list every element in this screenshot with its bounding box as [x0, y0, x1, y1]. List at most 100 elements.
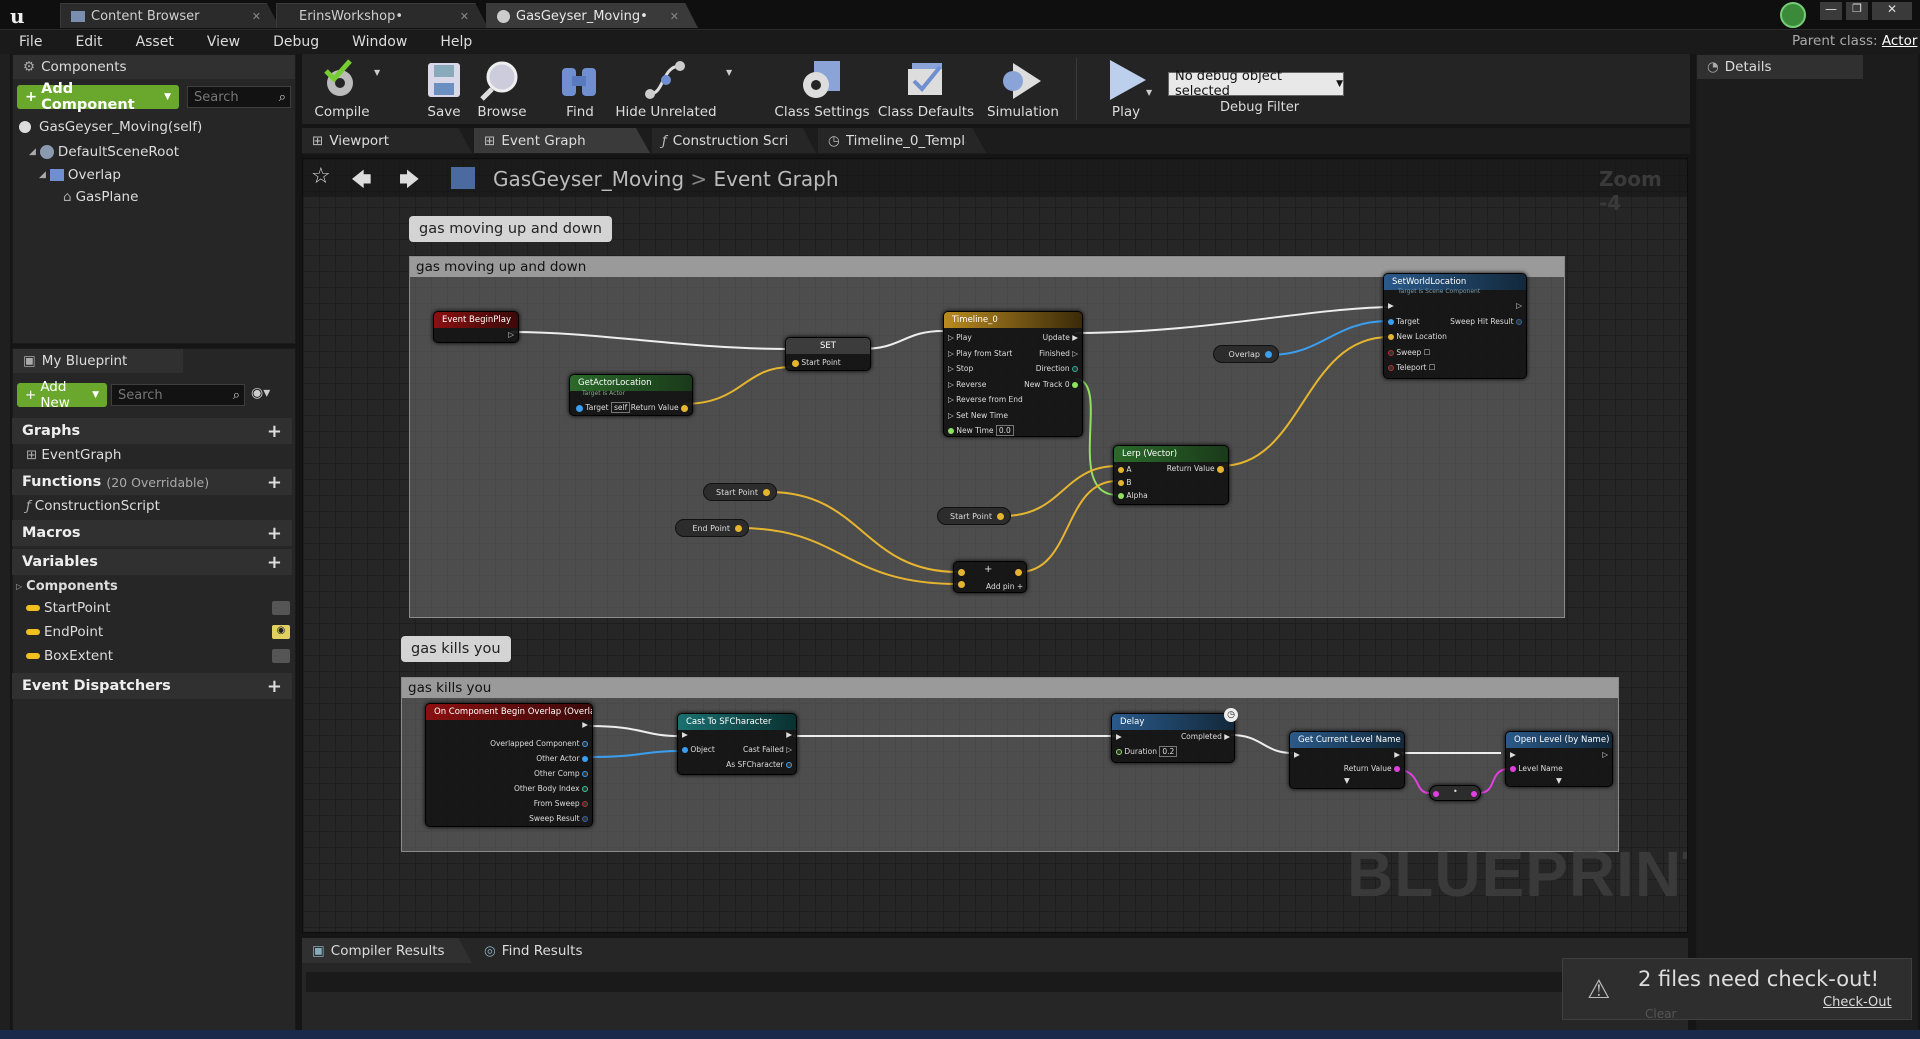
checkout-link[interactable]: Check-Out: [1823, 995, 1892, 1010]
event-graph-item[interactable]: ⊞ EventGraph: [26, 447, 121, 463]
node-start-point-ref-2[interactable]: Start Point: [937, 507, 1011, 525]
tree-overlap[interactable]: ◢ Overlap: [39, 167, 121, 183]
target-pin[interactable]: Target self: [576, 402, 631, 413]
node-add-vector[interactable]: + Add pin +: [953, 561, 1027, 593]
menu-asset[interactable]: Asset: [117, 34, 188, 50]
macros-section[interactable]: Macros +: [12, 520, 292, 546]
tab-content-browser[interactable]: Content Browser ✕: [60, 3, 280, 28]
browse-button[interactable]: Browse: [462, 54, 542, 124]
menu-debug[interactable]: Debug: [254, 34, 333, 50]
close-icon[interactable]: ✕: [670, 10, 679, 23]
cast-failed-pin[interactable]: Cast Failed ▷: [743, 745, 792, 754]
node-reroute[interactable]: •: [1429, 785, 1481, 801]
play-options-icon[interactable]: ▼: [1146, 88, 1152, 97]
close-icon[interactable]: ✕: [252, 10, 261, 23]
menu-file[interactable]: File: [0, 34, 56, 50]
node-lerp-vector[interactable]: Lerp (Vector) A B Alpha Return Value: [1113, 445, 1229, 505]
unreal-logo[interactable]: u: [10, 4, 34, 28]
wire-exec: [1074, 306, 1390, 334]
visibility-eye-icon[interactable]: [272, 601, 290, 615]
my-blueprint-search-input[interactable]: Search ⌕: [111, 384, 245, 406]
node-timeline[interactable]: Timeline_0 ▷ Play ▷ Play from Start ▷ St…: [943, 311, 1083, 437]
node-start-point-ref[interactable]: Start Point: [703, 483, 777, 501]
add-dispatcher-icon[interactable]: +: [267, 676, 282, 697]
node-overlap-ref[interactable]: Overlap: [1213, 345, 1279, 363]
level-return-pin[interactable]: Return Value: [1344, 764, 1400, 773]
components-search-input[interactable]: Search ⌕: [187, 86, 291, 108]
variable-endpoint[interactable]: EndPoint ◉: [26, 624, 290, 640]
find-button[interactable]: Find: [540, 54, 620, 124]
exec-out-pin[interactable]: ▷: [508, 330, 514, 339]
tree-gasplane[interactable]: ⌂ GasPlane: [63, 189, 138, 205]
add-macro-icon[interactable]: +: [267, 523, 282, 544]
visibility-eye-icon[interactable]: [272, 649, 290, 663]
lerp-return-pin[interactable]: Return Value: [1167, 464, 1224, 473]
variables-components-group[interactable]: ▷ Components: [16, 579, 118, 594]
variable-boxextent[interactable]: BoxExtent: [26, 648, 290, 664]
node-cast-to-sfcharacter[interactable]: Cast To SFCharacter ▶ ▶ Object Cast Fail…: [677, 713, 797, 775]
node-set-world-location[interactable]: SetWorldLocation Target is Scene Compone…: [1383, 273, 1527, 379]
set-start-point-pin[interactable]: Start Point: [792, 358, 841, 367]
node-on-component-begin-overlap[interactable]: On Component Begin Overlap (Overlap) ▶ O…: [425, 703, 593, 827]
functions-section[interactable]: Functions (20 Overridable) +: [12, 469, 292, 495]
cast-as-pin[interactable]: As SFCharacter: [726, 760, 792, 769]
compile-options-icon[interactable]: ▼: [374, 68, 380, 77]
add-new-button[interactable]: + Add New ▼: [17, 379, 107, 411]
add-function-icon[interactable]: +: [267, 472, 282, 493]
node-event-beginplay[interactable]: Event BeginPlay ▷: [433, 311, 519, 343]
event-dispatchers-section[interactable]: Event Dispatchers +: [12, 673, 292, 699]
self-row[interactable]: GasGeyser_Moving(self): [19, 119, 202, 135]
close-icon[interactable]: ✕: [460, 10, 469, 23]
hide-unrelated-button[interactable]: Hide Unrelated: [612, 54, 720, 124]
clear-link[interactable]: Clear: [1645, 1007, 1676, 1021]
simulation-button[interactable]: Simulation: [980, 54, 1066, 124]
eye-icon[interactable]: ◉▾: [251, 385, 270, 401]
bottom-panel: ▣ Compiler Results ◎ Find Results: [302, 938, 1688, 1039]
menu-help[interactable]: Help: [421, 34, 486, 50]
menu-view[interactable]: View: [188, 34, 254, 50]
node-end-point-ref[interactable]: End Point: [675, 519, 749, 537]
hide-unrelated-options-icon[interactable]: ▼: [726, 68, 732, 77]
level-name-pin[interactable]: Level Name: [1510, 764, 1563, 773]
class-settings-button[interactable]: Class Settings: [772, 54, 872, 124]
event-graph-canvas[interactable]: ☆ 🡄 🡆 GasGeyser_Moving > Event Graph Zoo…: [302, 158, 1688, 933]
source-control-icon[interactable]: [1780, 2, 1806, 28]
class-defaults-button[interactable]: Class Defaults: [876, 54, 976, 124]
tab-timeline[interactable]: ◷ Timeline_0_Templa: [818, 128, 986, 153]
add-variable-icon[interactable]: +: [267, 552, 282, 573]
tab-viewport[interactable]: ⊞ Viewport: [302, 128, 472, 153]
close-window-icon[interactable]: ✕: [1872, 2, 1912, 20]
node-get-current-level-name[interactable]: Get Current Level Name ▶ ▶ Return Value …: [1289, 731, 1405, 789]
node-open-level[interactable]: Open Level (by Name) ▶ ▷ Level Name ▼: [1505, 731, 1613, 787]
add-pin-button[interactable]: Add pin +: [986, 582, 1023, 591]
node-get-actor-location[interactable]: GetActorLocation Target is Actor Target …: [569, 374, 693, 416]
cast-object-pin[interactable]: Object: [682, 745, 715, 754]
tab-gasgeyser-moving[interactable]: GasGeyser_Moving• ✕: [486, 3, 698, 28]
variable-startpoint[interactable]: StartPoint: [26, 600, 290, 616]
play-button[interactable]: Play: [1086, 54, 1166, 124]
tab-compiler-results[interactable]: ▣ Compiler Results: [302, 938, 472, 963]
graphs-section[interactable]: Graphs +: [12, 418, 292, 444]
delay-completed-pin[interactable]: Completed ▶: [1181, 732, 1230, 741]
delay-duration-pin[interactable]: Duration 0.2: [1116, 746, 1178, 757]
menu-edit[interactable]: Edit: [56, 34, 116, 50]
debug-object-select[interactable]: No debug object selected ▼: [1168, 69, 1344, 99]
node-set[interactable]: SET Start Point: [785, 337, 871, 371]
construction-script-item[interactable]: ƒ ConstructionScript: [26, 498, 160, 514]
overlap-output-pins: Overlapped Component Other Actor Other C…: [490, 736, 588, 826]
minimize-icon[interactable]: —: [1820, 2, 1842, 20]
restore-icon[interactable]: ❐: [1846, 2, 1868, 20]
add-component-button[interactable]: + Add Component ▼: [17, 81, 179, 113]
node-delay[interactable]: Delay ◷ ▶ Completed ▶ Duration 0.2: [1111, 708, 1238, 763]
compile-button[interactable]: Compile: [302, 54, 382, 124]
visibility-eye-icon[interactable]: ◉: [272, 625, 290, 639]
add-graph-icon[interactable]: +: [267, 421, 282, 442]
tab-find-results[interactable]: ◎ Find Results: [474, 938, 644, 963]
tab-erins-workshop[interactable]: ErinsWorkshop• ✕: [276, 3, 488, 28]
tab-construction-script[interactable]: ƒConstruction Script: [652, 128, 816, 153]
return-value-pin[interactable]: Return Value: [631, 403, 688, 412]
menu-window[interactable]: Window: [333, 34, 421, 50]
variables-section[interactable]: Variables +: [12, 549, 292, 575]
tree-default-scene-root[interactable]: ◢ DefaultSceneRoot: [29, 144, 179, 160]
tab-event-graph[interactable]: ⊞ Event Graph: [474, 128, 650, 153]
